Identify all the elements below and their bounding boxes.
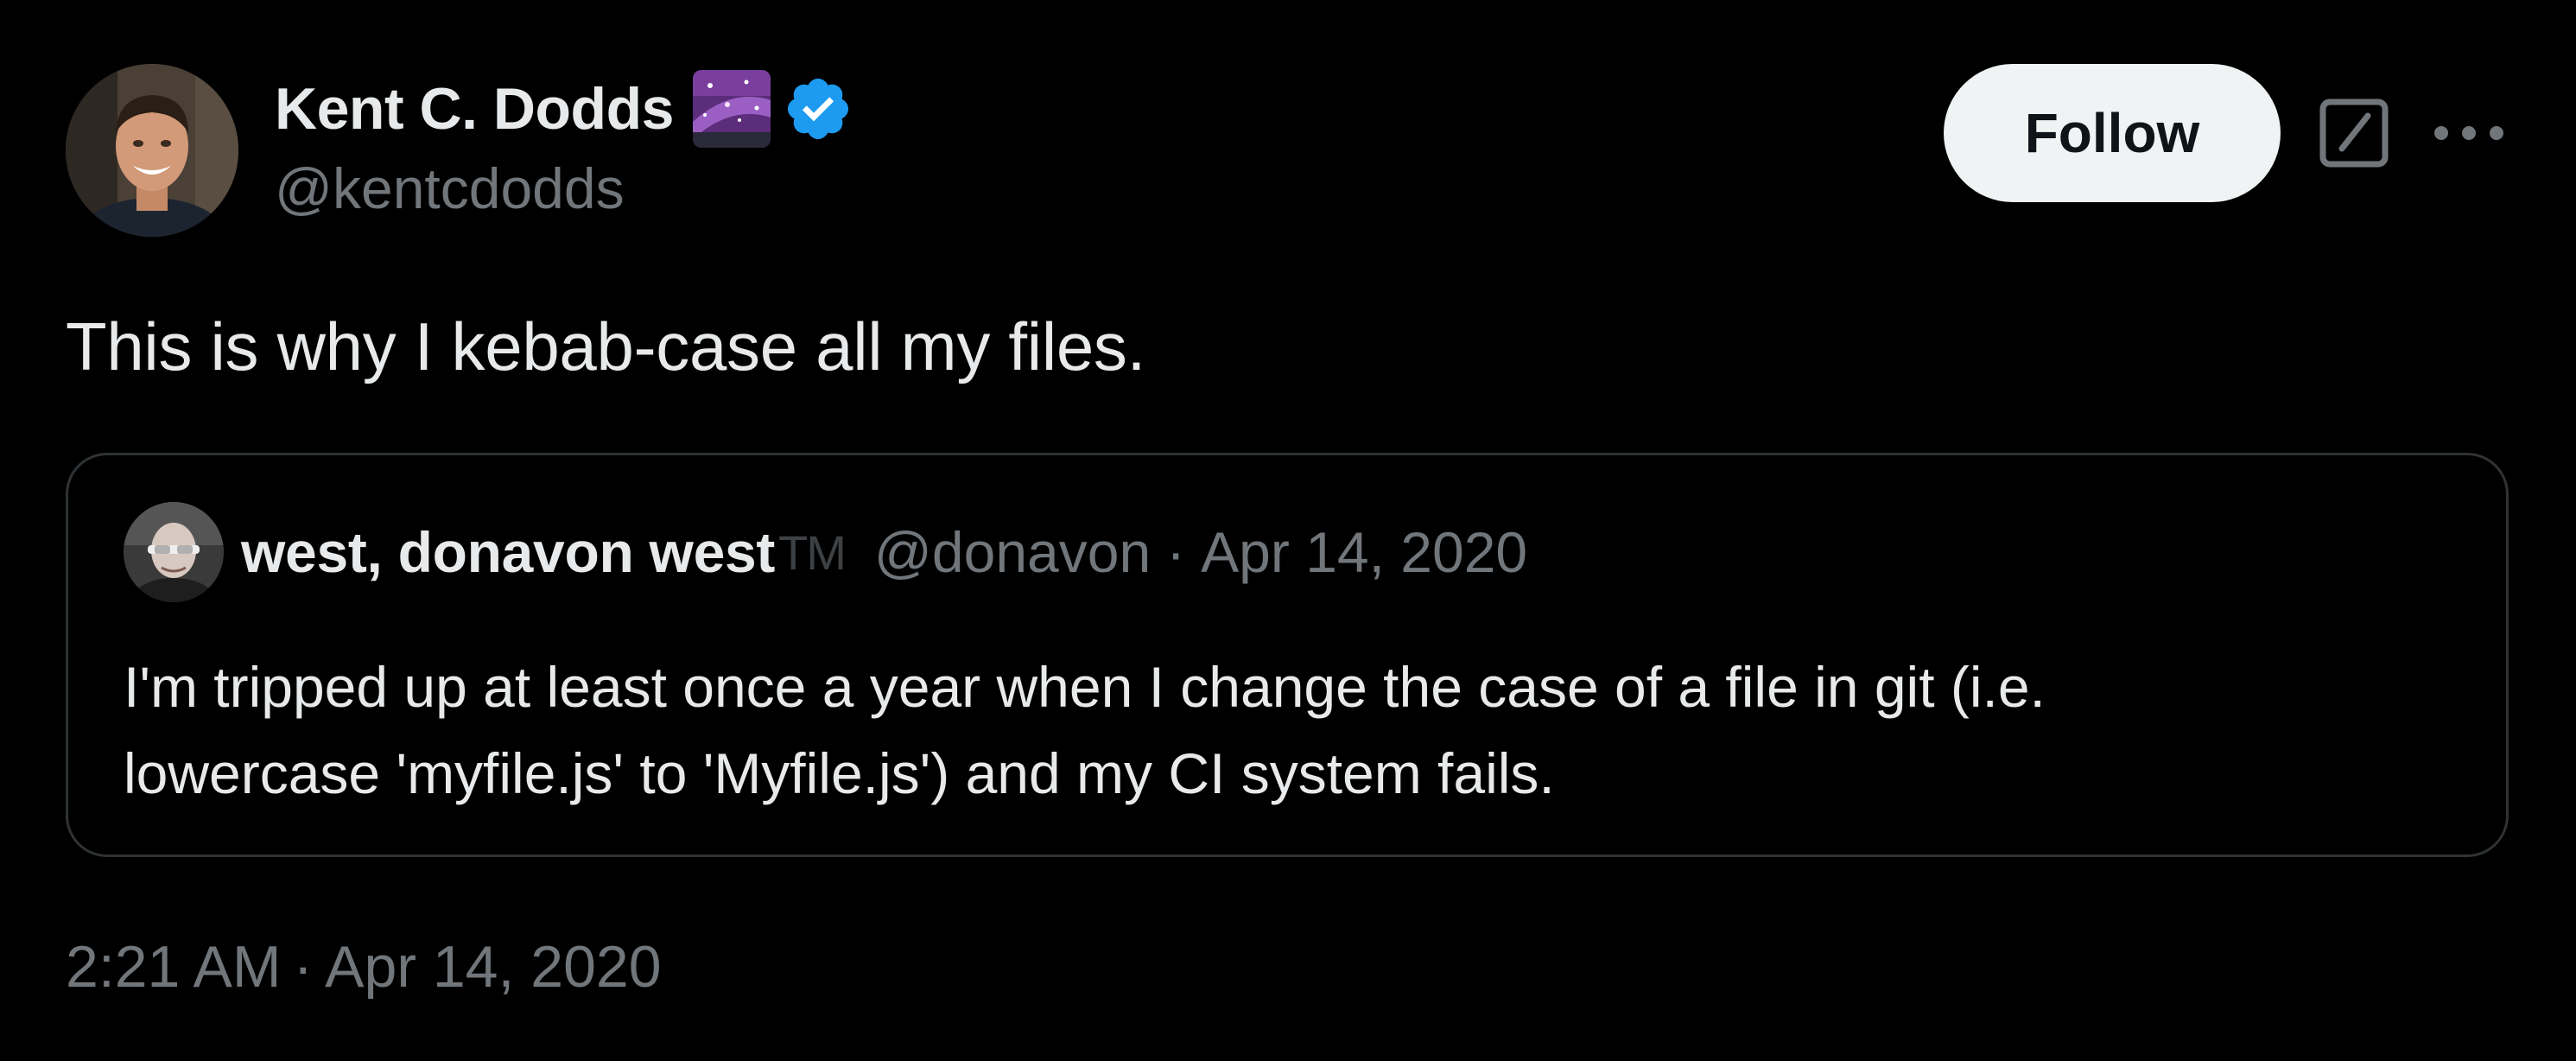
more-icon[interactable]: [2427, 109, 2510, 157]
quoted-tweet-text: I'm tripped up at least once a year when…: [124, 644, 2456, 816]
quoted-profile-photo-icon: [124, 502, 224, 602]
quoted-author-avatar[interactable]: [124, 502, 224, 602]
milky-way-emoji-icon: [692, 70, 771, 148]
quoted-author-tm-mark: TM: [778, 524, 847, 580]
follow-button[interactable]: Follow: [1944, 64, 2281, 202]
timestamp-time: 2:21 AM: [66, 934, 282, 1000]
timestamp-date: Apr 14, 2020: [325, 934, 662, 1000]
quoted-tweet-date[interactable]: Apr 14, 2020: [1201, 519, 1527, 585]
author-handle[interactable]: @kentcdodds: [275, 156, 625, 221]
quoted-tweet-text-line: I'm tripped up at least once a year when…: [124, 655, 2046, 719]
timestamp-separator: ·: [293, 934, 314, 1000]
quoted-tweet-text-line: lowercase 'myfile.js' to 'Myfile.js') an…: [124, 741, 1555, 805]
quoted-author-handle[interactable]: @donavon: [874, 519, 1151, 585]
grok-icon[interactable]: [2318, 97, 2390, 169]
verified-badge-icon[interactable]: [783, 73, 853, 144]
tweet-text: This is why I kebab-case all my files.: [66, 308, 1146, 384]
tweet: Kent C. Dodds @kentcdodds Follow This is…: [0, 0, 2576, 1061]
quoted-author-display-name[interactable]: west, donavon west: [241, 519, 775, 585]
tweet-timestamp[interactable]: 2:21 AM · Apr 14, 2020: [66, 933, 662, 1001]
author-display-name[interactable]: Kent C. Dodds: [275, 75, 674, 143]
author-name-row: Kent C. Dodds: [275, 66, 853, 152]
quoted-separator: ·: [1166, 520, 1186, 584]
quoted-tweet-card[interactable]: west, donavon west TM @donavon · Apr 14,…: [66, 453, 2509, 857]
quoted-tweet-header: west, donavon west TM @donavon · Apr 14,…: [124, 502, 1527, 602]
profile-photo-icon: [66, 64, 238, 237]
author-avatar[interactable]: [66, 64, 238, 237]
